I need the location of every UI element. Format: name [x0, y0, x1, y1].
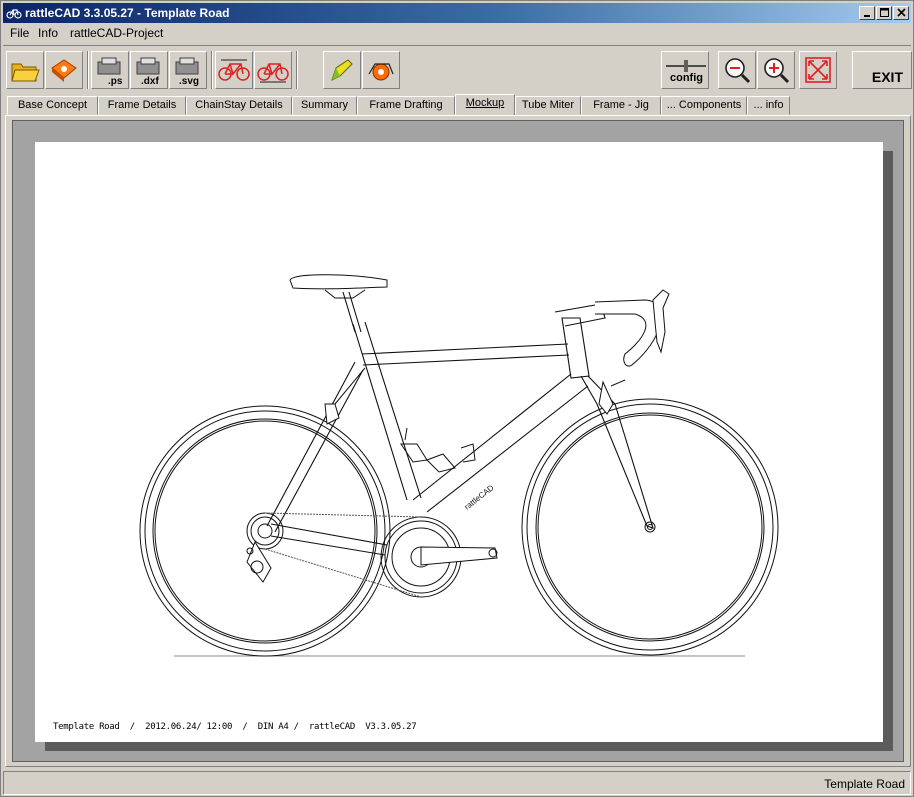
export-svg-icon: .svg [175, 57, 199, 86]
rattlecad-app-icon [6, 9, 22, 19]
fit-to-window-icon [805, 57, 831, 83]
handlebar [594, 299, 662, 367]
config-label: config [670, 72, 703, 84]
toolbar: .ps .dxf .svg config EXIT [3, 45, 912, 91]
tab-strip: Base Concept Frame Details ChainStay Det… [7, 94, 907, 115]
brake-lever [652, 289, 670, 354]
export-svg-button[interactable]: .svg [169, 51, 207, 89]
zoom-out-icon [725, 58, 751, 84]
head-tube [561, 317, 590, 379]
zoom-in-icon [764, 58, 790, 84]
minimize-button[interactable] [859, 6, 875, 20]
fit-to-window-button[interactable] [799, 51, 837, 89]
tab-label: Frame - Jig [593, 99, 649, 111]
tab-label: Frame Drafting [369, 99, 443, 111]
tab-summary[interactable]: Summary [292, 96, 357, 115]
status-bar: Template Road [3, 771, 911, 795]
crankset [380, 516, 498, 598]
save-button[interactable] [45, 51, 83, 89]
bottle-cage [426, 443, 476, 473]
close-button[interactable] [893, 6, 909, 20]
bottle-cage [400, 427, 428, 463]
frame-brand-text: rattleCAD [463, 483, 496, 512]
title-bar[interactable]: rattleCAD 3.3.05.27 - Template Road [3, 3, 911, 23]
export-ps-button[interactable]: .ps [91, 51, 129, 89]
export-dxf-icon: .dxf [136, 57, 160, 86]
window-title: rattleCAD 3.3.05.27 - Template Road [25, 6, 230, 20]
config-button[interactable]: config [661, 51, 709, 89]
open-button[interactable] [6, 51, 44, 89]
exit-label: EXIT [871, 69, 903, 85]
save-disk-icon [51, 59, 77, 82]
rear-brake [324, 403, 340, 425]
maximize-icon [880, 8, 889, 17]
export-ps-icon: .ps [97, 57, 123, 86]
tab-frame-details[interactable]: Frame Details [98, 96, 186, 115]
tab-tube-miter[interactable]: Tube Miter [515, 96, 581, 115]
export-dxf-label: .dxf [141, 76, 159, 86]
brake-cable [334, 367, 626, 405]
tab-mockup[interactable]: Mockup [455, 94, 515, 115]
tab-base-concept[interactable]: Base Concept [7, 96, 98, 115]
menu-info[interactable]: Info [38, 26, 58, 40]
app-window: rattleCAD 3.3.05.27 - Template Road File… [0, 0, 914, 797]
draw-button[interactable] [323, 51, 361, 89]
tab-label: Tube Miter [521, 99, 575, 111]
open-folder-icon [11, 63, 40, 82]
slider-icon [666, 60, 706, 72]
tab-label: ChainStay Details [195, 99, 283, 111]
menu-file[interactable]: File [10, 26, 29, 40]
maximize-button[interactable] [876, 6, 892, 20]
seat-tube [352, 321, 422, 501]
zoom-in-button[interactable] [757, 51, 795, 89]
menu-bar: File Info rattleCAD-Project [3, 24, 911, 43]
render-bike-icon [368, 63, 394, 81]
bike-frame-icon [218, 59, 250, 81]
minimize-icon [864, 15, 870, 17]
tab-components[interactable]: ... Components [661, 96, 747, 115]
chain-stay [270, 523, 388, 556]
zoom-out-button[interactable] [718, 51, 756, 89]
frame [266, 291, 654, 556]
close-icon [897, 8, 906, 17]
tab-label: Summary [300, 99, 349, 111]
drawing-footer: Template Road / 2012.06.24/ 12:00 / DIN … [53, 722, 417, 732]
top-tube [361, 343, 570, 366]
export-dxf-button[interactable]: .dxf [130, 51, 168, 89]
bike-frame-button[interactable] [215, 51, 253, 89]
pencil-icon [331, 59, 353, 81]
export-ps-label: .ps [108, 76, 123, 86]
down-tube [412, 373, 589, 513]
bicycle-mockup-drawing: rattleCAD [139, 274, 779, 657]
tab-label: ... Components [666, 99, 742, 111]
bike-frame-alt-icon [257, 63, 289, 83]
mockup-panel: rattleCAD Template Road / 2012.06.24/ 12… [5, 115, 911, 767]
tab-frame-drafting[interactable]: Frame Drafting [357, 96, 455, 115]
drawing-sheet[interactable]: rattleCAD Template Road / 2012.06.24/ 12… [35, 142, 883, 742]
status-text: Template Road [824, 777, 905, 791]
exit-button[interactable]: EXIT [852, 51, 912, 89]
rear-derailleur [246, 512, 284, 583]
render-bike-button[interactable] [362, 51, 400, 89]
bike-frame-alt-button[interactable] [254, 51, 292, 89]
tab-info[interactable]: ... info [747, 96, 790, 115]
tab-label: Frame Details [107, 99, 177, 111]
toolbar-separator [87, 51, 89, 89]
tab-chainstay-details[interactable]: ChainStay Details [186, 96, 292, 115]
tab-label: Mockup [465, 97, 505, 109]
export-svg-label: .svg [179, 76, 199, 86]
menu-rattlecad-project[interactable]: rattleCAD-Project [70, 26, 163, 40]
tab-frame-jig[interactable]: Frame - Jig [581, 96, 661, 115]
tab-label: Base Concept [17, 99, 88, 111]
toolbar-separator [211, 51, 213, 89]
tab-label: ... info [753, 99, 784, 111]
drawing-canvas[interactable]: rattleCAD Template Road / 2012.06.24/ 12… [12, 120, 904, 762]
rear-wheel [139, 405, 391, 657]
toolbar-separator [296, 51, 298, 89]
saddle [289, 274, 388, 290]
